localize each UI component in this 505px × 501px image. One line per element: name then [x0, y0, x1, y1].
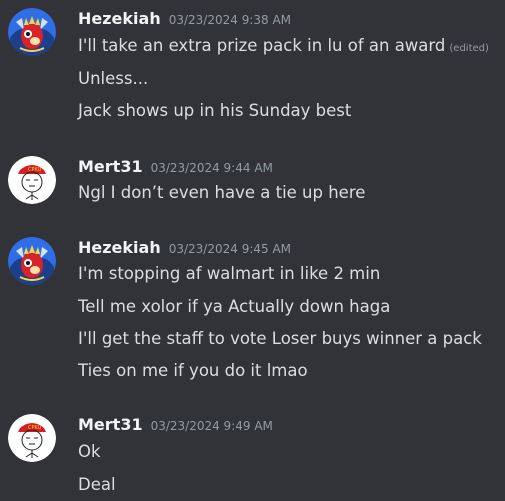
meme-face-red-cap-avatar-icon: CPKU	[8, 156, 56, 204]
message-group-mert31-1: CPKU Mert31 03/23/2024 9:44 AM Ngl I don…	[0, 148, 505, 218]
username[interactable]: Mert31	[78, 415, 143, 434]
red-dragon-avatar-icon	[8, 237, 56, 285]
avatar-hezekiah[interactable]	[8, 237, 56, 285]
message-text: Ties on me if you do it lmao	[78, 361, 308, 380]
edited-label: (edited)	[449, 43, 489, 54]
message-text: I'll get the staff to vote Loser buys wi…	[78, 329, 482, 348]
message-text: Ok	[78, 442, 101, 461]
avatar-mert31[interactable]: CPKU	[8, 156, 56, 204]
timestamp: 03/23/2024 9:38 AM	[168, 13, 292, 27]
message-text: Ngl I don’t even have a tie up here	[78, 183, 366, 202]
message-group-hezekiah-1: Hezekiah 03/23/2024 9:38 AM I'll take an…	[0, 0, 505, 130]
message-text: I'm stopping af walmart in like 2 min	[78, 264, 381, 283]
username[interactable]: Hezekiah	[78, 9, 161, 28]
message-text: Tell me xolor if ya Actually down haga	[78, 297, 391, 316]
message-text: Deal	[78, 475, 116, 494]
avatar-mert31[interactable]: CPKU	[8, 414, 56, 462]
username[interactable]: Mert31	[78, 157, 143, 176]
timestamp: 03/23/2024 9:49 AM	[150, 419, 273, 433]
timestamp: 03/23/2024 9:44 AM	[150, 161, 273, 175]
message-group-hezekiah-2: Hezekiah 03/23/2024 9:45 AM I'm stopping…	[0, 229, 505, 389]
message-text: Unless...	[78, 69, 149, 88]
username[interactable]: Hezekiah	[78, 238, 161, 257]
message-group-mert31-2: CPKU Mert31 03/23/2024 9:49 AM Ok Deal	[0, 406, 505, 501]
meme-face-red-cap-avatar-icon: CPKU	[8, 414, 56, 462]
message-text: Jack shows up in his Sunday best	[78, 101, 352, 120]
message-text: I'll take an extra prize pack in lu of a…	[78, 35, 489, 60]
message-content: I'll take an extra prize pack in lu of a…	[78, 36, 446, 55]
red-dragon-avatar-icon	[8, 8, 56, 56]
avatar-hezekiah[interactable]	[8, 8, 56, 56]
timestamp: 03/23/2024 9:45 AM	[168, 242, 292, 256]
